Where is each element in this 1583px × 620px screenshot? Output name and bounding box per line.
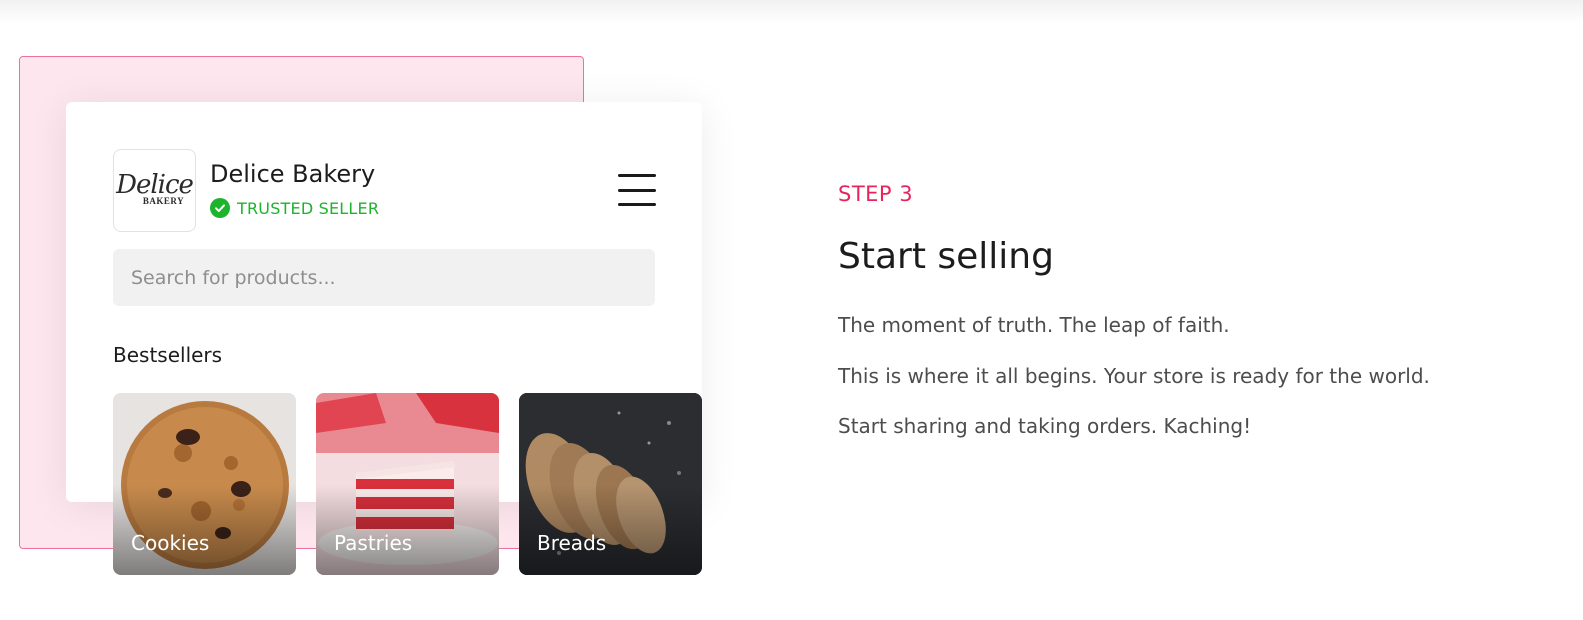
trusted-seller-badge: TRUSTED SELLER — [210, 198, 379, 218]
step-label: STEP 3 — [838, 182, 914, 206]
category-label: Pastries — [334, 531, 413, 555]
tile-shade — [113, 485, 296, 575]
top-shadow — [0, 0, 1583, 24]
tile-shade — [519, 485, 702, 575]
hamburger-menu-icon[interactable] — [618, 174, 656, 206]
category-tile-pastries[interactable]: Pastries — [316, 393, 499, 575]
paragraph-3: Start sharing and taking orders. Kaching… — [838, 414, 1252, 438]
tile-shade — [316, 485, 499, 575]
check-circle-icon — [210, 198, 230, 218]
logo-script-text: Delice — [116, 169, 194, 200]
store-logo: Delice BAKERY — [113, 149, 196, 232]
store-name: Delice Bakery — [210, 160, 376, 188]
trusted-seller-label: TRUSTED SELLER — [237, 198, 380, 218]
category-tile-cookies[interactable]: Cookies — [113, 393, 296, 575]
category-label: Breads — [537, 531, 607, 555]
bestsellers-heading: Bestsellers — [113, 343, 223, 367]
category-label: Cookies — [131, 531, 210, 555]
search-input[interactable] — [113, 249, 655, 306]
category-tile-breads[interactable]: Breads — [519, 393, 702, 575]
section-heading: Start selling — [838, 236, 1054, 277]
paragraph-1: The moment of truth. The leap of faith. — [838, 313, 1230, 337]
logo-word-text: BAKERY — [142, 195, 185, 206]
paragraph-2: This is where it all begins. Your store … — [838, 364, 1430, 388]
